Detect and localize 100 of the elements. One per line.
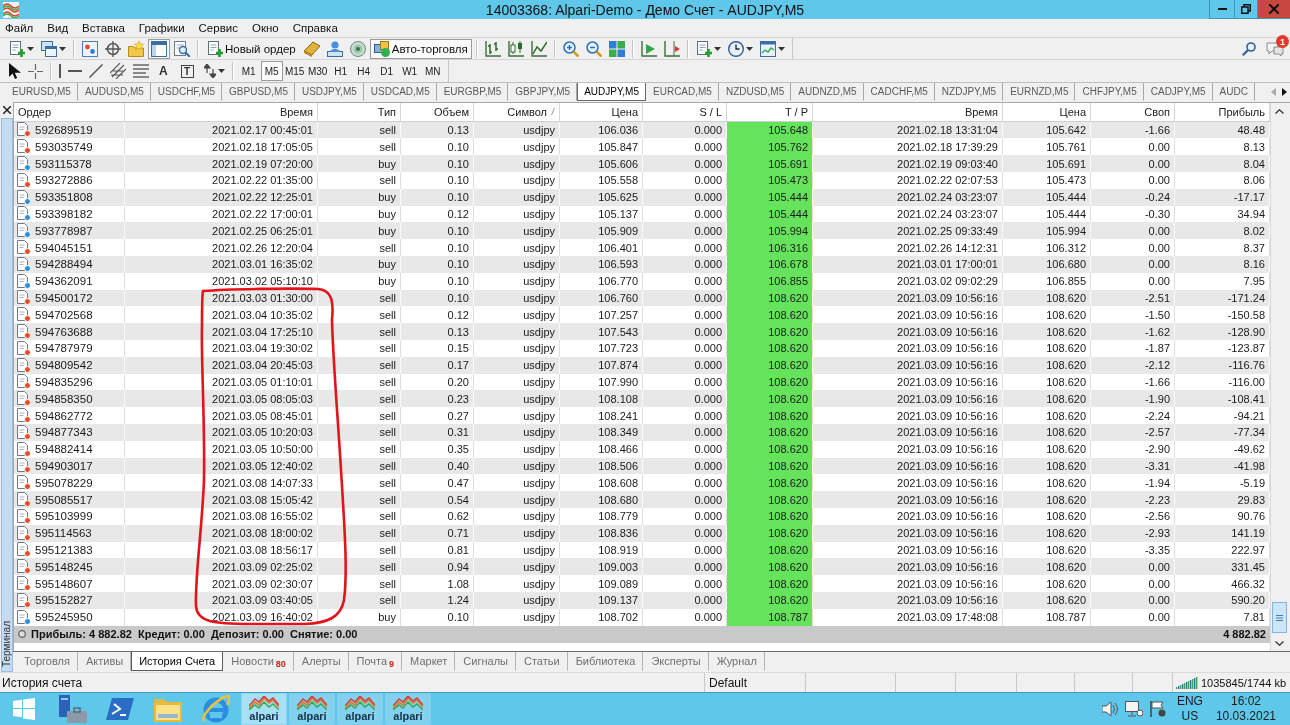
taskbar-app-button[interactable]: alpari (289, 693, 335, 725)
toolbar-button[interactable] (86, 61, 106, 81)
panel-tab[interactable]: Библиотека (567, 652, 644, 671)
chart-tab[interactable]: GBPUSD,M5 (222, 83, 295, 101)
column-header[interactable]: S / L (643, 103, 727, 121)
menu-item[interactable]: Вид (40, 22, 76, 34)
speaker-icon[interactable] (1101, 701, 1118, 717)
channel-icon (110, 63, 126, 79)
close-button[interactable] (1258, 0, 1290, 18)
text-label-tool-button[interactable]: T (174, 61, 200, 81)
timeframe-button[interactable]: H1 (329, 61, 352, 81)
network-icon[interactable] (1124, 701, 1143, 717)
panel-tab[interactable]: Алерты (293, 652, 349, 671)
table-cell: 108.787 (1003, 608, 1091, 626)
menu-item[interactable]: Файл (0, 22, 41, 34)
search-icon[interactable] (1242, 41, 1256, 56)
column-header[interactable]: Своп (1091, 103, 1175, 121)
column-header[interactable]: Объем (401, 103, 474, 121)
table-cell: -0.24 (1091, 188, 1175, 206)
panel-tab[interactable]: Торговля (16, 652, 78, 671)
menu-item[interactable]: Вставка (75, 22, 132, 34)
clock-time[interactable]: 16:02 (1230, 694, 1261, 709)
right-arrow-icon[interactable] (1282, 88, 1287, 96)
language-label[interactable]: ENG (1176, 694, 1203, 709)
chat-icon[interactable] (1266, 41, 1284, 56)
timeframe-button[interactable]: M15 (283, 61, 306, 81)
panel-tab[interactable]: Статьи (516, 652, 568, 671)
chevron-up-icon[interactable] (1275, 108, 1284, 114)
taskbar-app-button[interactable]: alpari (241, 693, 287, 725)
table-cell: 108.779 (560, 507, 643, 525)
chart-tab[interactable]: EURUSD,M5 (5, 83, 78, 101)
table-cell: -2.56 (1091, 507, 1175, 525)
table-cell: 106.855 (1003, 272, 1091, 290)
chart-tab[interactable]: CADJPY,M5 (1143, 83, 1213, 101)
timeframe-button[interactable]: MN (421, 61, 444, 81)
timeframe-button[interactable]: H4 (352, 61, 375, 81)
chart-tab[interactable]: EURNZD,M5 (1003, 83, 1076, 101)
table-cell: -1.87 (1091, 339, 1175, 357)
menu-item[interactable]: Графики (131, 22, 192, 34)
panel-tab[interactable]: Маркет (402, 652, 456, 671)
cubes-icon (373, 40, 390, 57)
timeframe-button[interactable]: M1 (237, 61, 260, 81)
terminal-prompt-icon[interactable] (106, 698, 134, 720)
column-header[interactable]: T / P (727, 103, 813, 121)
table-cell: sell (318, 524, 401, 542)
toolbar-button[interactable]: Новый ордер (203, 38, 300, 59)
column-header[interactable]: Цена (1003, 103, 1091, 121)
toolbar-button[interactable] (107, 61, 129, 81)
menu-item[interactable]: Справка (285, 22, 345, 34)
column-header[interactable]: Цена (560, 103, 643, 121)
chart-tab[interactable]: CADCHF,M5 (863, 83, 935, 101)
menu-item[interactable]: Окно (244, 22, 286, 34)
taskbar-app-button[interactable]: alpari (337, 693, 383, 725)
table-cell: usdjpy (474, 440, 560, 458)
chart-tab[interactable]: AUDNZD,M5 (791, 83, 864, 101)
column-header[interactable]: Время (813, 103, 1003, 121)
chart-tab[interactable]: USDJPY,M5 (294, 83, 364, 101)
timeframe-button[interactable]: M30 (306, 61, 329, 81)
text-tool-button[interactable]: A (153, 61, 174, 81)
server-toolbox-icon[interactable] (57, 695, 87, 723)
chart-tab[interactable]: AUDUSD,M5 (77, 83, 151, 101)
document-plus-icon (207, 40, 223, 57)
toolbar-dropdown-button[interactable] (38, 38, 69, 59)
chart-tab[interactable]: AUDJPY,M5 (577, 83, 646, 101)
scrollbar-thumb[interactable] (1272, 602, 1287, 633)
table-cell: 108.620 (1003, 507, 1091, 525)
chart-tab[interactable]: EURGBP,M5 (436, 83, 509, 101)
chart-tab[interactable]: NZDUSD,M5 (718, 83, 792, 101)
panel-tab[interactable]: Эксперты (643, 652, 709, 671)
menu-item[interactable]: Сервис (191, 22, 245, 34)
chart-tab[interactable]: NZDJPY,M5 (934, 83, 1004, 101)
table-cell: 108.620 (1003, 356, 1091, 374)
timeframe-button[interactable]: D1 (375, 61, 398, 81)
chart-tab[interactable]: USDCHF,M5 (150, 83, 223, 101)
column-header[interactable]: Тип (318, 103, 401, 121)
region-label[interactable]: US (1181, 709, 1199, 724)
table-cell: buy (318, 608, 401, 626)
panel-tab[interactable]: Сигналы (455, 652, 516, 671)
flag-icon[interactable] (1149, 701, 1166, 717)
toolbar-button[interactable] (102, 38, 124, 59)
chart-tab[interactable]: USDCAD,M5 (363, 83, 437, 101)
chart-tab[interactable]: CHFJPY,M5 (1075, 83, 1144, 101)
taskbar-app-button[interactable]: alpari (385, 693, 431, 725)
chart-tab[interactable]: AUDC (1212, 83, 1255, 101)
table-cell: sell (318, 423, 401, 441)
column-header[interactable]: Символ (474, 103, 560, 121)
chart-tab[interactable]: EURCAD,M5 (646, 83, 719, 101)
timeframe-button[interactable]: M5 (260, 61, 283, 81)
table-cell: 2021.03.09 10:56:16 (813, 356, 1003, 374)
column-header[interactable]: Ордер (14, 103, 125, 121)
toolbar-button[interactable] (6, 61, 24, 81)
toolbar-button[interactable]: Авто-торговля (369, 38, 472, 59)
chevron-down-icon[interactable] (1275, 640, 1284, 646)
clock-date[interactable]: 10.03.2021 (1215, 709, 1276, 724)
toolbar-button[interactable] (56, 61, 64, 81)
close-icon[interactable] (2, 106, 11, 114)
panel-tab[interactable]: Журнал (708, 652, 765, 671)
panel-tab[interactable]: История Счета (131, 652, 224, 671)
timeframe-button[interactable]: W1 (398, 61, 421, 81)
column-header[interactable]: Время (125, 103, 318, 121)
